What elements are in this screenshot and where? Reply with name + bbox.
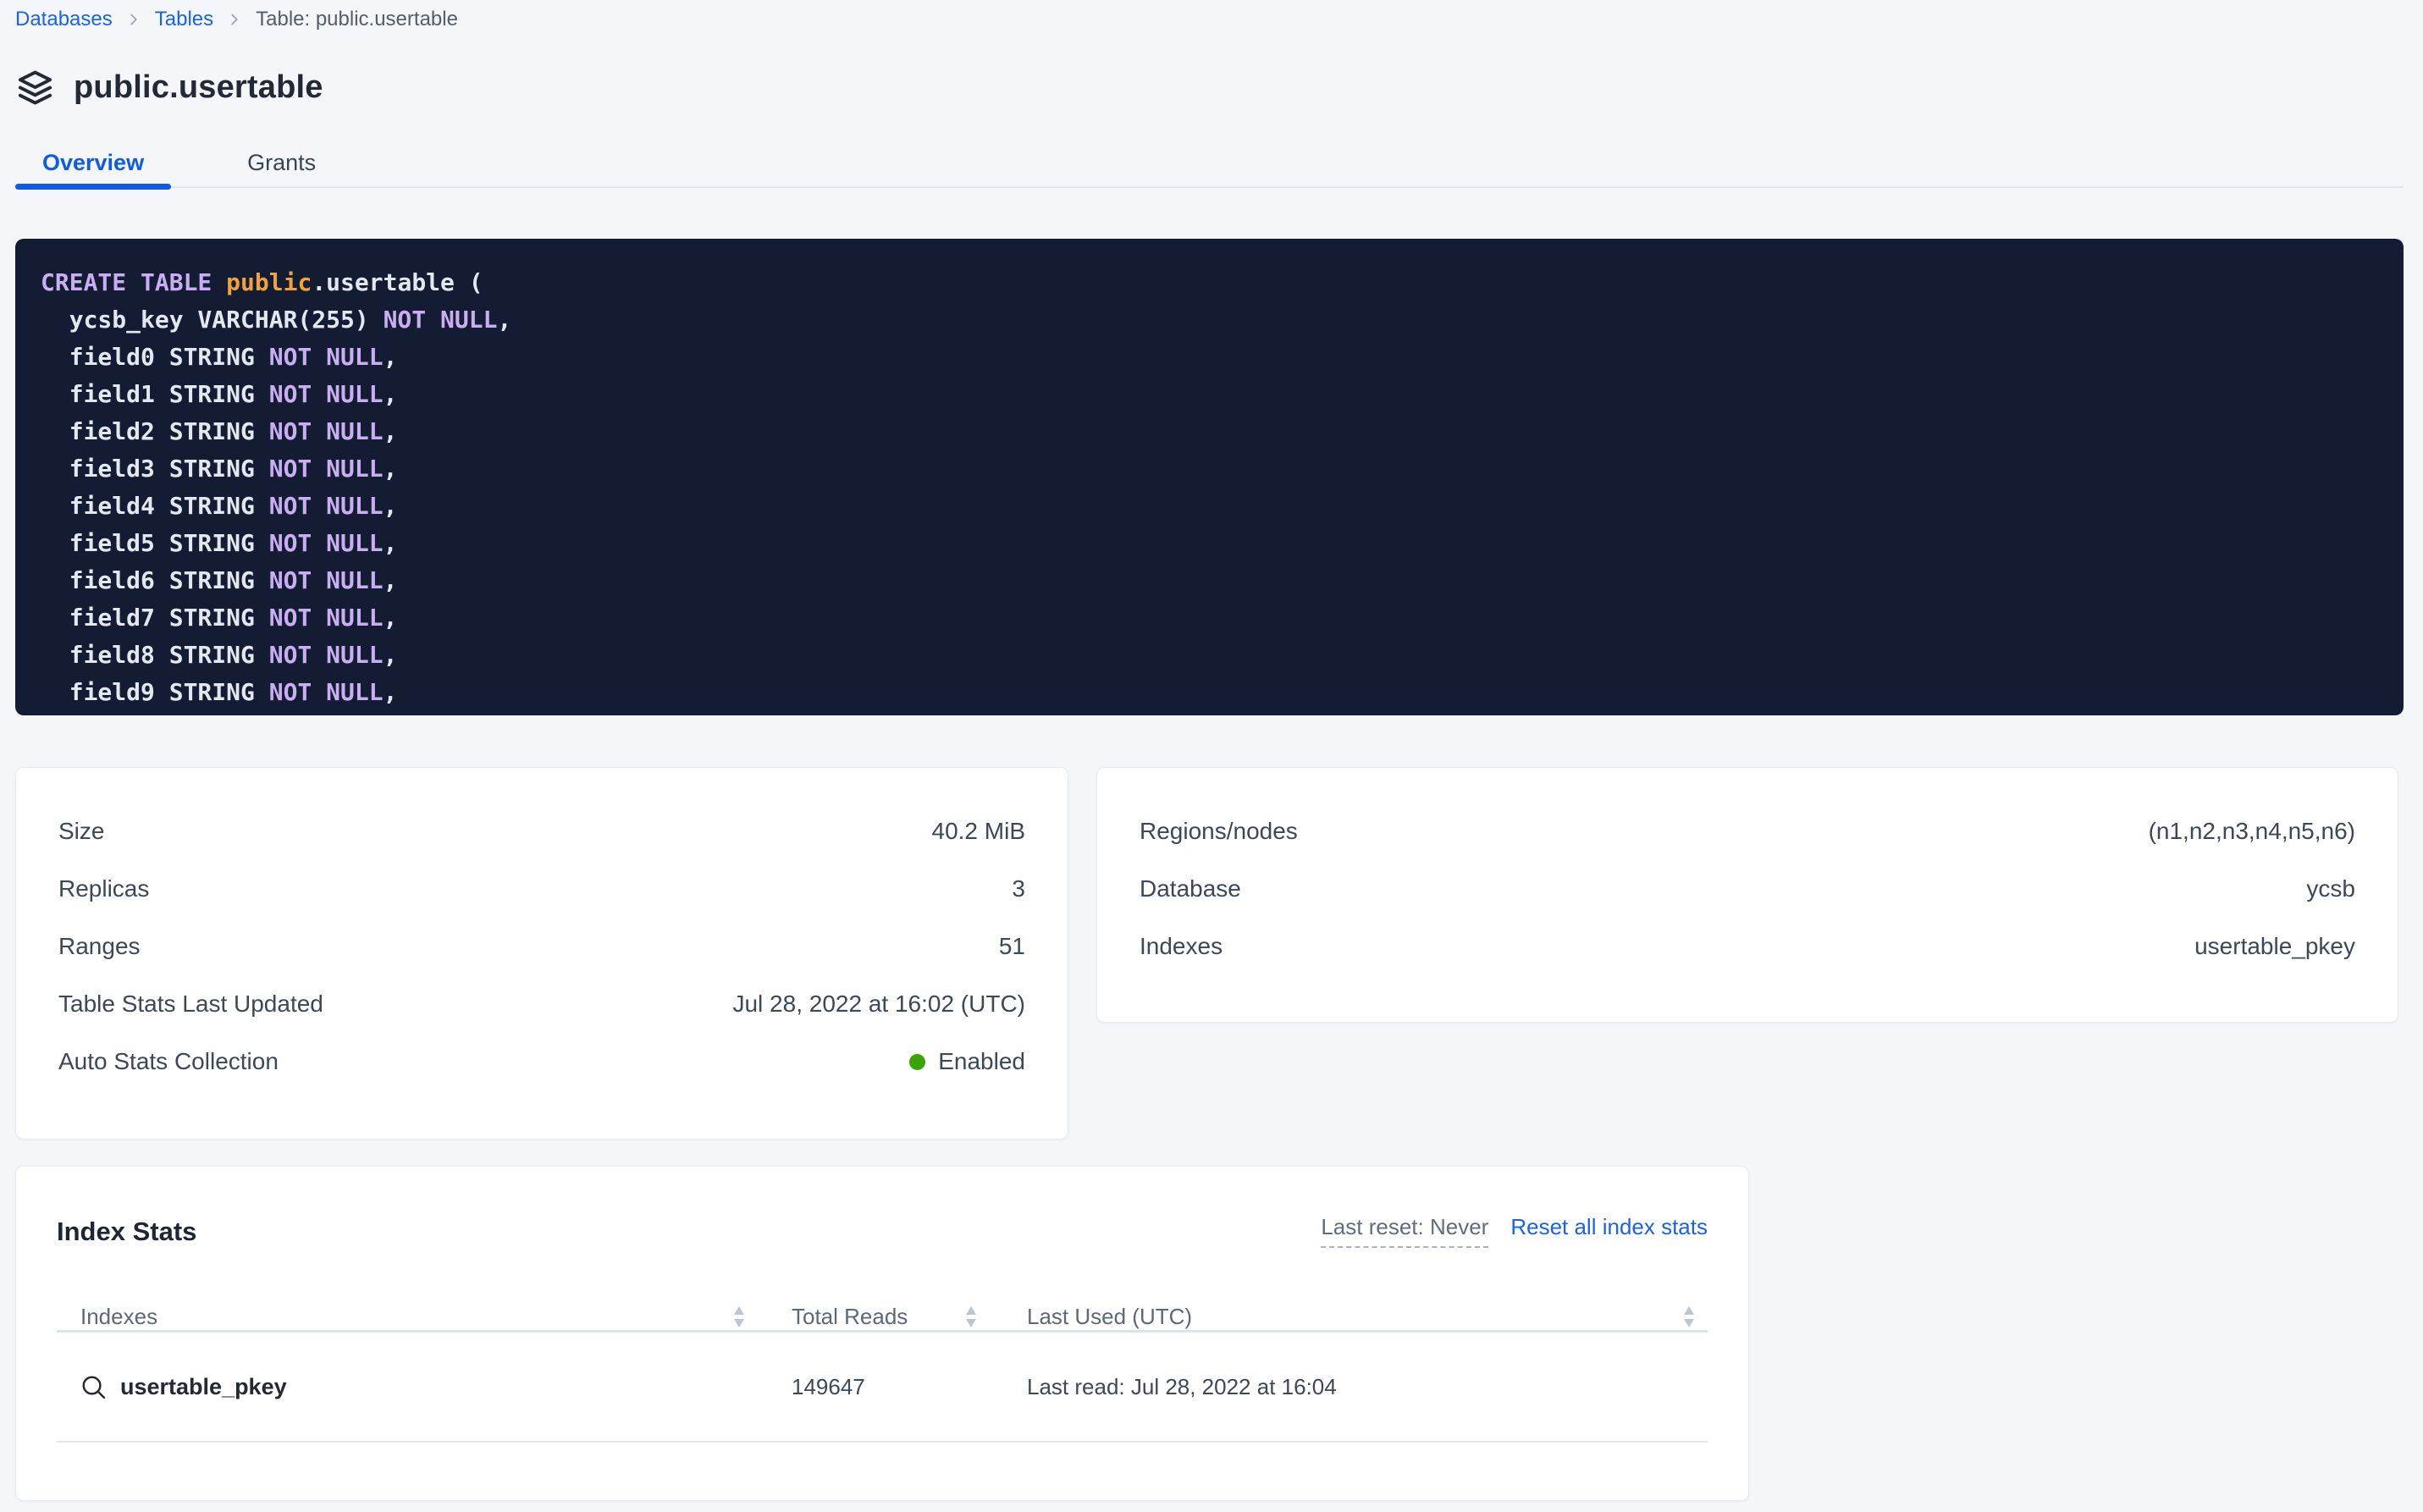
breadcrumb-current: Table: public.usertable	[256, 8, 458, 31]
detail-label: Auto Stats Collection	[58, 1048, 279, 1075]
tab-bar: Overview Grants	[15, 139, 2404, 188]
detail-row: Replicas 3	[58, 860, 1025, 918]
index-stats-title: Index Stats	[57, 1216, 196, 1248]
sql-line: field7 STRING NOT NULL,	[41, 599, 2404, 637]
index-table-header: Indexes Total Reads Last Used (UTC)	[57, 1304, 1708, 1333]
page-header: public.usertable	[15, 66, 2404, 108]
detail-label: Replicas	[58, 875, 149, 902]
details-cards-row: Size 40.2 MiB Replicas 3 Ranges 51 Table…	[15, 767, 2404, 1140]
sql-line: field1 STRING NOT NULL,	[41, 376, 2404, 413]
table-details-card: Size 40.2 MiB Replicas 3 Ranges 51 Table…	[15, 767, 1068, 1140]
sql-line: ycsb_key VARCHAR(255) NOT NULL,	[41, 301, 2404, 339]
column-header-total-reads[interactable]: Total Reads	[758, 1304, 952, 1330]
tab-overview[interactable]: Overview	[15, 139, 171, 186]
detail-row: Size 40.2 MiB	[58, 803, 1025, 860]
sql-line: field8 STRING NOT NULL,	[41, 637, 2404, 674]
detail-value: (n1,n2,n3,n4,n5,n6)	[2149, 818, 2355, 845]
status-dot-icon	[909, 1054, 925, 1070]
sql-line: field9 STRING NOT NULL,	[41, 674, 2404, 711]
column-header-last-used[interactable]: Last Used (UTC)	[990, 1304, 1670, 1330]
chevron-right-icon	[124, 10, 143, 29]
tab-grants[interactable]: Grants	[220, 139, 343, 186]
index-stats-actions: Last reset: Never Reset all index stats	[1321, 1214, 1708, 1248]
detail-value: Jul 28, 2022 at 16:02 (UTC)	[732, 991, 1025, 1018]
sql-line: field3 STRING NOT NULL,	[41, 450, 2404, 488]
page-title: public.usertable	[74, 69, 323, 106]
detail-value: 40.2 MiB	[932, 818, 1026, 845]
search-icon	[80, 1374, 107, 1400]
detail-value: usertable_pkey	[2194, 933, 2355, 960]
index-name[interactable]: usertable_pkey	[120, 1374, 287, 1400]
total-reads-value: 149647	[758, 1374, 952, 1400]
detail-row: Ranges 51	[58, 918, 1025, 975]
stack-icon	[15, 68, 55, 108]
detail-value: 3	[1012, 875, 1025, 902]
breadcrumb-tables[interactable]: Tables	[155, 8, 213, 31]
detail-row: Auto Stats Collection Enabled	[58, 1033, 1025, 1090]
create-table-statement: CREATE TABLE public.usertable ( ycsb_key…	[15, 239, 2404, 715]
detail-label: Size	[58, 818, 104, 845]
last-reset-label[interactable]: Last reset: Never	[1321, 1214, 1488, 1248]
detail-label: Regions/nodes	[1140, 818, 1298, 845]
breadcrumb: Databases Tables Table: public.usertable	[15, 0, 2404, 32]
detail-row: Table Stats Last Updated Jul 28, 2022 at…	[58, 975, 1025, 1033]
detail-label: Indexes	[1140, 933, 1223, 960]
detail-value: Enabled	[909, 1048, 1025, 1075]
detail-value: 51	[999, 933, 1025, 960]
sort-arrows-icon[interactable]	[720, 1306, 758, 1327]
sort-arrows-icon[interactable]	[1670, 1306, 1708, 1327]
sql-line: field6 STRING NOT NULL,	[41, 562, 2404, 599]
sql-line: CREATE TABLE public.usertable (	[41, 264, 2404, 301]
reset-all-index-stats-link[interactable]: Reset all index stats	[1510, 1214, 1708, 1240]
index-table-row[interactable]: usertable_pkey 149647 Last read: Jul 28,…	[57, 1333, 1708, 1443]
table-meta-card: Regions/nodes (n1,n2,n3,n4,n5,n6) Databa…	[1096, 767, 2398, 1023]
table-details-page: Databases Tables Table: public.usertable…	[0, 0, 2423, 1512]
detail-label: Database	[1140, 875, 1241, 902]
detail-label: Table Stats Last Updated	[58, 991, 323, 1018]
sql-line: field5 STRING NOT NULL,	[41, 525, 2404, 562]
detail-row: Regions/nodes (n1,n2,n3,n4,n5,n6)	[1140, 803, 2355, 860]
sql-line: field0 STRING NOT NULL,	[41, 339, 2404, 376]
detail-row: Database ycsb	[1140, 860, 2355, 918]
last-used-value: Last read: Jul 28, 2022 at 16:04	[990, 1374, 1670, 1400]
chevron-right-icon	[225, 10, 244, 29]
index-stats-header: Index Stats Last reset: Never Reset all …	[57, 1214, 1708, 1248]
sql-line: field2 STRING NOT NULL,	[41, 413, 2404, 450]
column-header-indexes[interactable]: Indexes	[80, 1304, 720, 1330]
detail-label: Ranges	[58, 933, 141, 960]
index-table-body: usertable_pkey 149647 Last read: Jul 28,…	[57, 1333, 1708, 1443]
sort-arrows-icon[interactable]	[952, 1306, 990, 1327]
detail-value: ycsb	[2306, 875, 2355, 902]
sql-line: field4 STRING NOT NULL,	[41, 488, 2404, 525]
index-stats-card: Index Stats Last reset: Never Reset all …	[15, 1166, 1749, 1501]
detail-row: Indexes usertable_pkey	[1140, 918, 2355, 975]
breadcrumb-databases[interactable]: Databases	[15, 8, 113, 31]
